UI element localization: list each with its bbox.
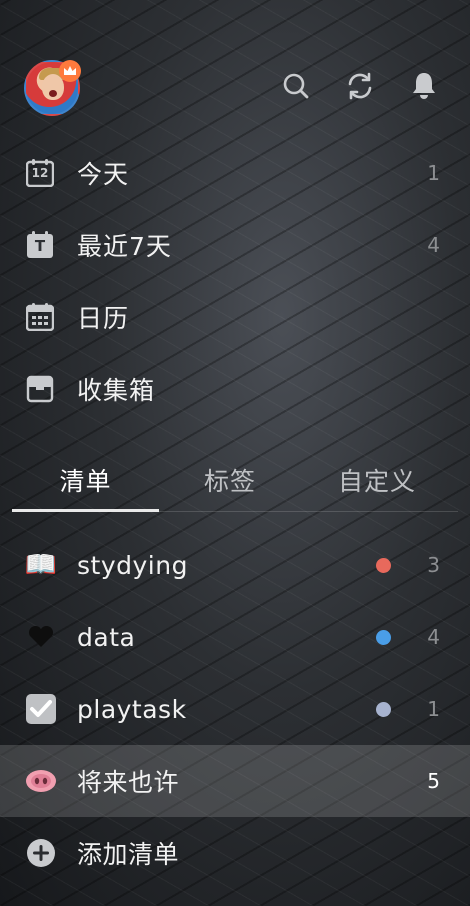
nav-label-today: 今天: [77, 160, 130, 189]
tab-tags[interactable]: 标签: [159, 448, 301, 512]
plus-circle-icon: [24, 836, 58, 870]
list-color-dot: [376, 629, 391, 645]
list-label-stydying: stydying: [77, 550, 188, 580]
sidebar-panel: 12 今天 1 T 最近7天 4 日历 收集箱 清单 标签 自定义 📖 styd…: [0, 0, 470, 906]
nav-label-calendar: 日历: [77, 304, 130, 333]
list-label-playtask: playtask: [77, 694, 187, 724]
list-item-someday[interactable]: 将来也许 5: [0, 745, 470, 817]
list-color-dot: [376, 557, 391, 573]
inbox-icon: [26, 375, 54, 403]
tab-active-indicator: [12, 509, 159, 512]
bell-icon: [413, 73, 435, 99]
heart-icon: [24, 620, 58, 654]
list-tabs: 清单 标签 自定义: [12, 448, 458, 512]
calendar-week-letter: T: [34, 237, 46, 255]
nav-item-today[interactable]: 12 今天 1: [0, 137, 470, 209]
list-label-data: data: [77, 622, 136, 652]
nav-count-today: 1: [427, 161, 440, 185]
calendar-day-icon: 12: [26, 159, 54, 187]
calendar-day-number: 12: [31, 166, 49, 180]
nav-label-next-7-days: 最近7天: [77, 232, 172, 261]
checkbox-icon: [24, 692, 58, 726]
nav-item-next-7-days[interactable]: T 最近7天 4: [0, 209, 470, 281]
nav-item-inbox[interactable]: 收集箱: [0, 353, 470, 425]
nav-count-next-7-days: 4: [427, 233, 440, 257]
tab-custom[interactable]: 自定义: [301, 448, 453, 512]
list-item-stydying[interactable]: 📖 stydying 3: [0, 529, 470, 601]
list-count-stydying: 3: [427, 553, 440, 577]
search-button[interactable]: [280, 70, 312, 102]
tab-lists[interactable]: 清单: [12, 448, 159, 512]
notifications-button[interactable]: [408, 70, 440, 102]
avatar-mouth: [49, 90, 57, 97]
nav-item-calendar[interactable]: 日历: [0, 281, 470, 353]
list-item-data[interactable]: data 4: [0, 601, 470, 673]
sync-icon: [348, 72, 372, 100]
add-list-label: 添加清单: [77, 840, 180, 869]
list-count-data: 4: [427, 625, 440, 649]
calendar-week-icon: T: [26, 231, 54, 259]
calendar-icon: [26, 303, 54, 331]
crown-icon: [59, 60, 81, 82]
list-label-someday: 将来也许: [77, 768, 180, 797]
pig-nose-icon: [24, 764, 58, 798]
list-item-playtask[interactable]: playtask 1: [0, 673, 470, 745]
nav-label-inbox: 收集箱: [77, 376, 156, 405]
search-icon: [283, 73, 309, 99]
sync-button[interactable]: [344, 70, 376, 102]
list-count-playtask: 1: [427, 697, 440, 721]
list-count-someday: 5: [427, 769, 440, 793]
list-color-dot: [376, 701, 391, 717]
add-list-button[interactable]: 添加清单: [0, 817, 470, 889]
open-book-icon: 📖: [24, 550, 58, 580]
